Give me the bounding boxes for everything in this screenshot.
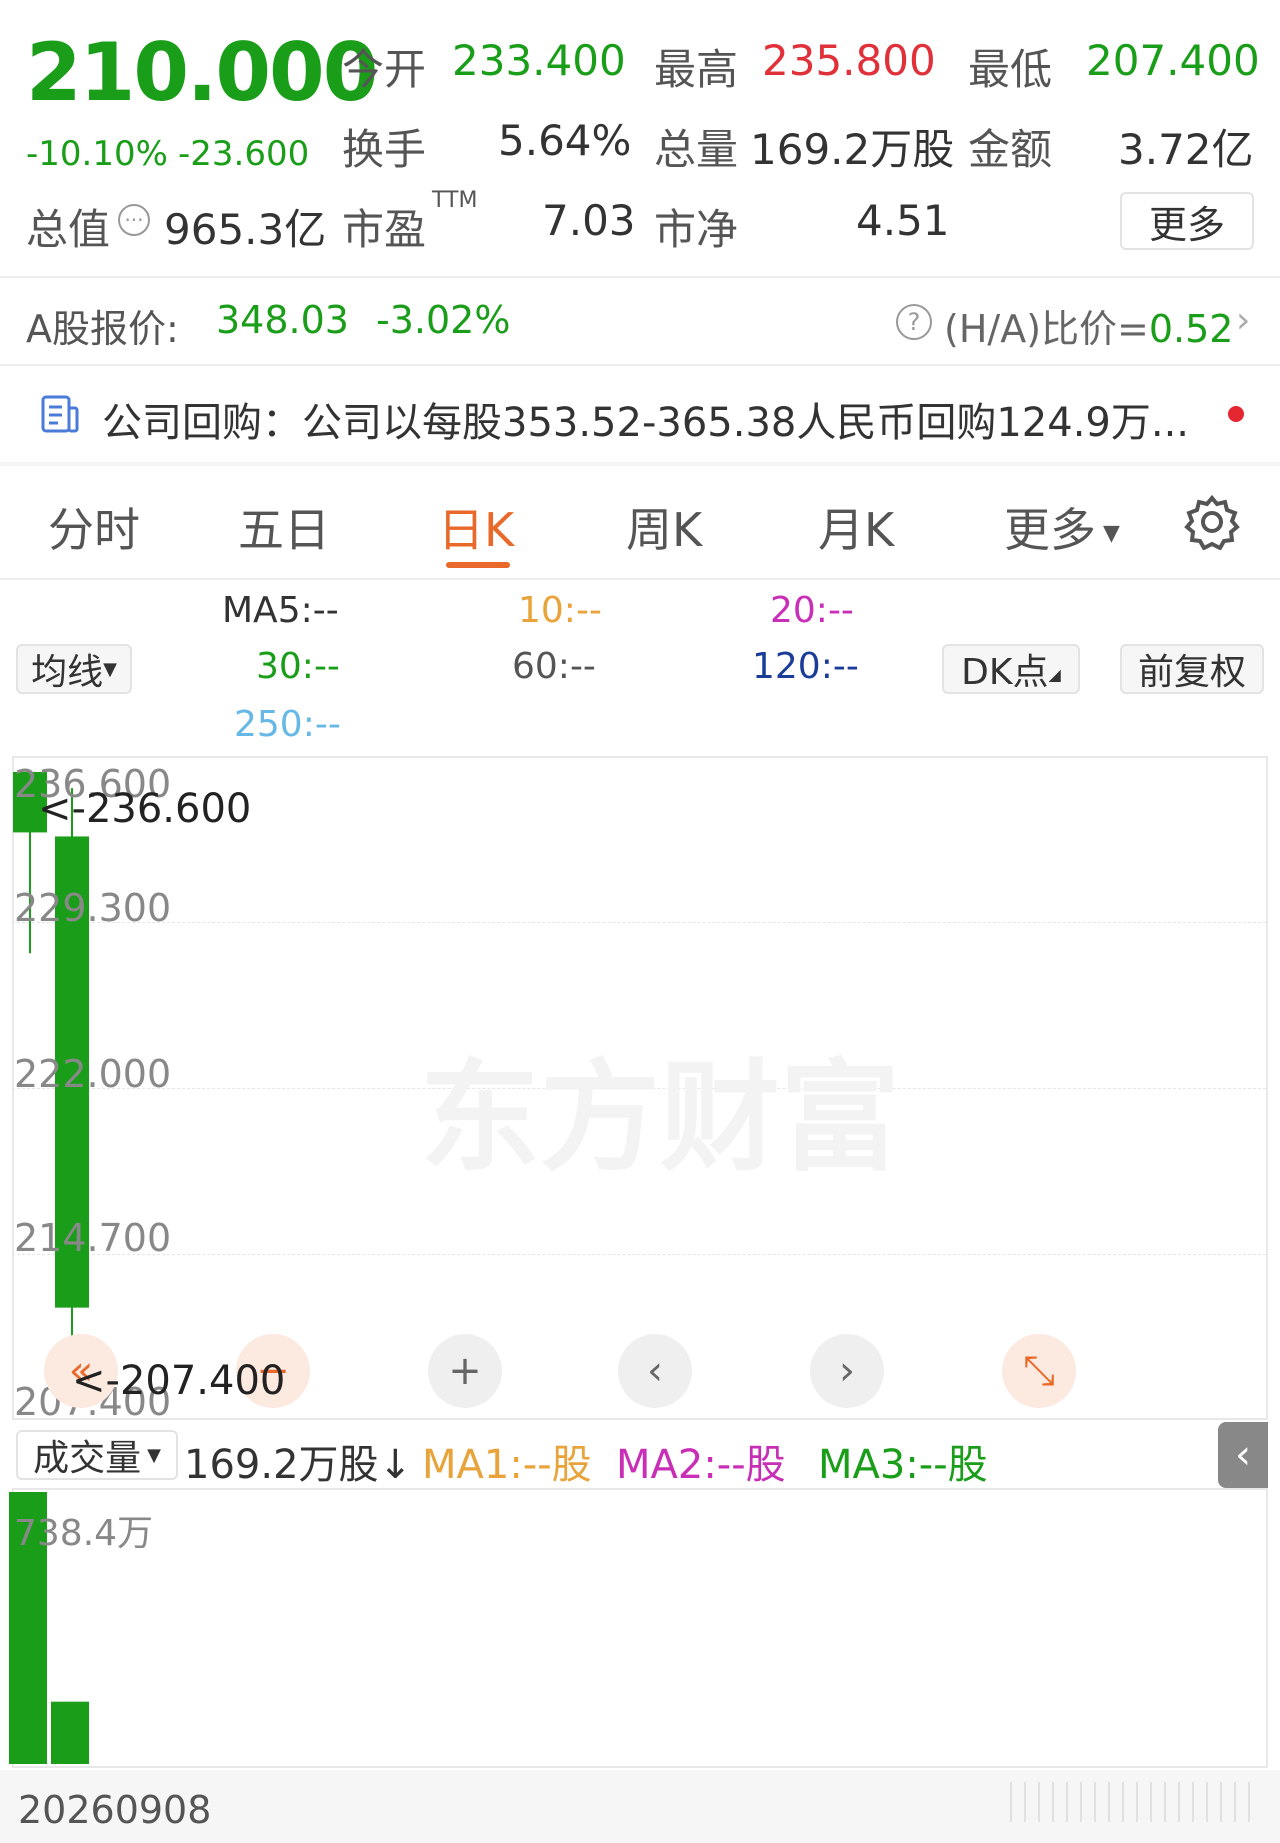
date-label: 20260908 <box>18 1788 212 1832</box>
scroll-indicator[interactable] <box>1010 1782 1250 1822</box>
volume-max-label: 738.4万 <box>14 1513 154 1554</box>
volume-bar <box>51 1701 89 1764</box>
volume-plot <box>9 1492 89 1764</box>
